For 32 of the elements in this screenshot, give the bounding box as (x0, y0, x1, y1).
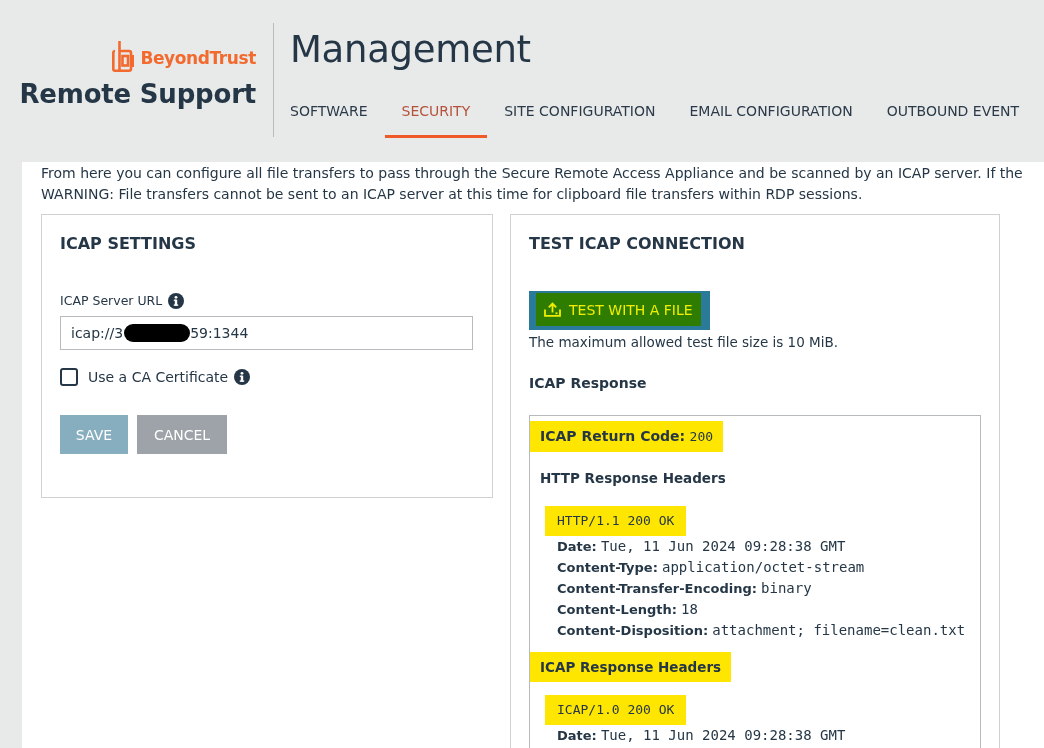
info-icon[interactable] (234, 369, 251, 385)
product-name: Remote Support (19, 78, 256, 111)
header-line: Date: Tue, 11 Jun 2024 09:28:38 GMT (557, 726, 847, 745)
nav-tab[interactable]: SITE CONFIGURATION (487, 91, 673, 138)
section-title: ICAP Response (529, 374, 648, 392)
nav-tab[interactable]: SOFTWARE (273, 91, 385, 138)
logo-icon (112, 40, 135, 72)
nav-tab[interactable]: SECURITY (384, 91, 488, 138)
checkbox[interactable] (60, 368, 78, 386)
company-name: BeyondTrust (140, 48, 256, 68)
header-line: Date: Tue, 11 Jun 2024 09:28:38 GMT (557, 537, 847, 556)
return-code-text: ICAP Return Code: 200 (530, 421, 724, 452)
checkbox-label[interactable]: Use a CA Certificate (88, 367, 229, 387)
nav-tab[interactable]: EMAIL CONFIGURATION (672, 91, 870, 138)
header-line: Content-Disposition: attachment; filename=clean.txt (557, 621, 967, 640)
card-title: ICAP SETTINGS (60, 234, 198, 254)
header-line: Content-Type: application/octet-stream (557, 558, 866, 577)
field-label: ICAP Server URL (60, 292, 163, 310)
headers-heading: HTTP Response Headers (539, 469, 727, 488)
page-title: Management (290, 28, 532, 72)
card-title: TEST ICAP CONNECTION (529, 234, 746, 254)
intro-text: WARNING: File transfers cannot be sent to an ICAP server at this time for clipboard file transfers within RDP sessions. (41, 185, 864, 204)
size-note: The maximum allowed test file size is 10 MiB. (529, 333, 839, 351)
upload-icon (544, 302, 561, 317)
test-file-button[interactable]: TEST WITH A FILE (529, 291, 710, 330)
nav-tab[interactable]: OUTBOUND EVENT (869, 91, 1037, 138)
info-icon[interactable] (168, 293, 185, 309)
url-field[interactable]: icap://3 59:1344 (60, 316, 473, 350)
headers-heading: ICAP Response Headers (530, 652, 732, 682)
header-line: Content-Length: 18 (557, 600, 699, 619)
header-line: Content-Transfer-Encoding: binary (557, 579, 813, 598)
intro-text: From here you can configure all file transfers to pass through the Secure Remote Access Appliance and be scanned by an ICAP server. If the (41, 164, 1024, 183)
